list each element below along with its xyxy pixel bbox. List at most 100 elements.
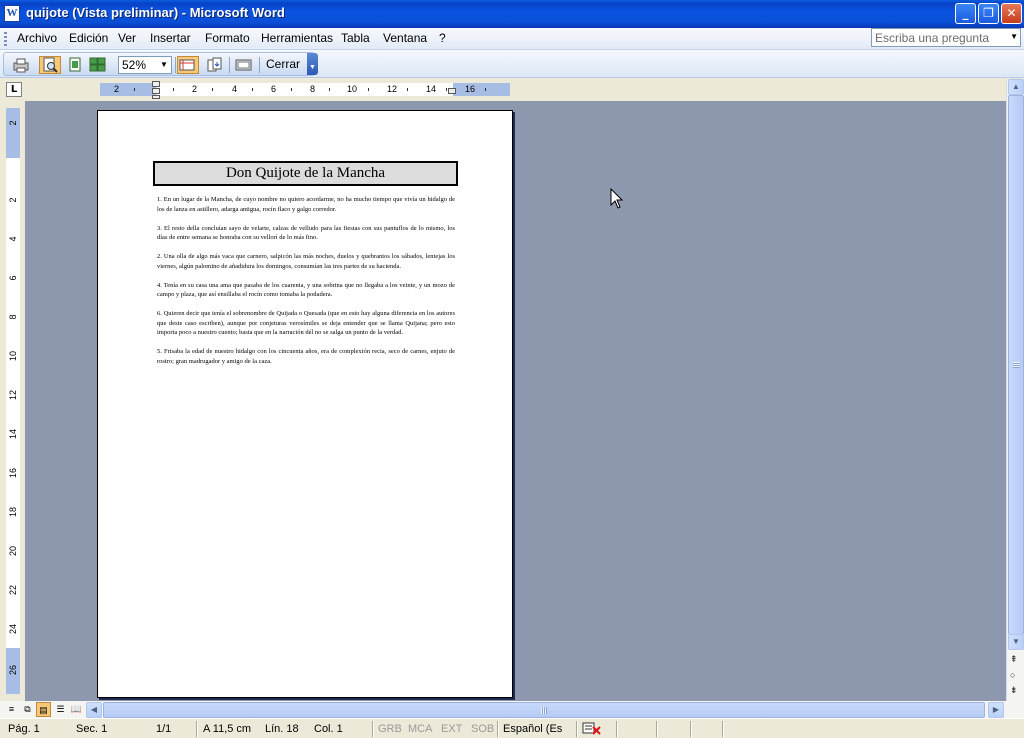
menu-ver[interactable]: Ver — [118, 31, 136, 45]
menu-herramientas[interactable]: Herramientas — [261, 31, 333, 45]
web-view-icon: ⧉ — [24, 704, 31, 714]
status-position: A 11,5 cm — [203, 723, 252, 735]
menu-tabla[interactable]: Tabla — [341, 31, 370, 45]
status-section: Sec. 1 — [76, 723, 108, 735]
ruler-label: 4 — [232, 84, 238, 94]
document-title: Don Quijote de la Mancha — [153, 161, 458, 186]
ruler-tick — [485, 88, 486, 91]
normal-view-button[interactable]: ≡ — [4, 702, 19, 717]
ruler-label: 18 — [8, 507, 18, 518]
menu-edicion[interactable]: Edición — [69, 31, 108, 45]
ruler-label: 24 — [8, 624, 18, 635]
scroll-left-button[interactable]: ◀ — [86, 702, 102, 718]
web-view-button[interactable]: ⧉ — [20, 702, 35, 717]
paragraph: 1. En un lugar de la Mancha, de cuyo nom… — [157, 196, 455, 213]
print-button[interactable] — [10, 56, 32, 74]
word-app-icon[interactable]: W — [4, 5, 20, 22]
magnifier-button[interactable] — [39, 56, 61, 74]
document-body: 1. En un lugar de la Mancha, de cuyo nom… — [157, 195, 455, 376]
right-indent-marker[interactable] — [448, 88, 456, 94]
reading-view-button[interactable]: 📖 — [69, 702, 84, 717]
status-sob[interactable]: SOB — [471, 723, 494, 735]
magnifier-icon — [43, 57, 58, 73]
view-ruler-button[interactable] — [177, 56, 199, 74]
menu-formato[interactable]: Formato — [205, 31, 250, 45]
multiple-pages-button[interactable] — [87, 56, 109, 74]
paragraph: 6. Quieren decir que tenía el sobrenombr… — [157, 310, 455, 336]
paragraph: 3. El resto della concluían sayo de vela… — [157, 224, 455, 242]
vertical-scroll-thumb[interactable] — [1008, 95, 1024, 635]
paragraph: 5. Frisaba la edad de nuestro hidalgo co… — [157, 348, 455, 365]
browse-object-button[interactable]: ○ — [1010, 670, 1015, 680]
ruler-tick — [368, 88, 369, 91]
document-page[interactable]: Don Quijote de la Mancha 1. En un lugar … — [97, 110, 513, 698]
toolbar-options-icon[interactable]: ▼ — [307, 53, 318, 75]
minimize-icon: _ — [962, 6, 969, 20]
print-layout-button[interactable]: ▤ — [36, 702, 51, 717]
status-separator — [372, 721, 373, 737]
next-page-button[interactable]: ⇟ — [1010, 685, 1018, 696]
restore-icon: ❐ — [983, 6, 994, 20]
ruler-label: 14 — [426, 84, 437, 94]
ruler-label: 8 — [310, 84, 316, 94]
shrink-to-fit-icon — [207, 57, 222, 72]
spelling-status-icon[interactable] — [582, 722, 602, 735]
horizontal-scroll-row: ≡ ⧉ ▤ ☰ 📖 ◀ ▶ — [0, 701, 1024, 718]
status-separator — [196, 721, 197, 737]
status-separator — [722, 721, 723, 737]
full-screen-icon — [235, 59, 252, 71]
double-up-icon: ⇞ — [1010, 654, 1018, 664]
restore-button[interactable]: ❐ — [978, 3, 999, 24]
status-grb[interactable]: GRB — [378, 723, 402, 735]
status-ext[interactable]: EXT — [441, 723, 462, 735]
one-page-button[interactable] — [64, 56, 86, 74]
chevron-down-icon[interactable]: ▼ — [1010, 32, 1018, 41]
menu-ventana[interactable]: Ventana — [383, 31, 427, 45]
ruler-label: 2 — [8, 197, 18, 203]
ruler-label: 2 — [8, 120, 18, 126]
status-page-of: 1/1 — [156, 723, 172, 735]
scroll-down-button[interactable]: ▼ — [1008, 634, 1024, 650]
help-question-input[interactable]: Escriba una pregunta ▼ — [871, 28, 1021, 47]
previous-page-button[interactable]: ⇞ — [1010, 654, 1018, 665]
print-icon — [13, 58, 29, 73]
ruler-label: 12 — [387, 84, 398, 94]
tab-selector-icon[interactable]: L — [6, 82, 22, 97]
status-page: Pág. 1 — [8, 723, 40, 735]
menu-archivo[interactable]: Archivo — [17, 31, 57, 45]
close-preview-button[interactable]: Cerrar — [266, 57, 300, 71]
first-line-indent-marker[interactable] — [152, 81, 160, 87]
left-indent-marker[interactable] — [152, 95, 160, 99]
ruler-label: 8 — [8, 314, 18, 320]
grip-icon — [541, 707, 547, 714]
view-ruler-icon — [179, 59, 195, 71]
window-title: quijote (Vista preliminar) - Microsoft W… — [26, 5, 285, 20]
ruler-label: 22 — [8, 585, 18, 596]
status-separator — [497, 721, 498, 737]
paragraph: 2. Una olla de algo más vaca que carnero… — [157, 253, 455, 270]
ruler-label: 2 — [114, 84, 120, 94]
hanging-indent-marker[interactable] — [152, 88, 160, 94]
full-screen-button[interactable] — [233, 56, 255, 74]
scroll-right-button[interactable]: ▶ — [988, 702, 1004, 718]
ruler-tick — [252, 88, 253, 91]
ruler-label: 20 — [8, 546, 18, 557]
status-mca[interactable]: MCA — [408, 723, 432, 735]
outline-view-button[interactable]: ☰ — [53, 702, 68, 717]
zoom-select[interactable]: 52% ▼ — [118, 56, 172, 74]
ruler-label: 6 — [271, 84, 277, 94]
chevron-down-icon[interactable]: ▼ — [158, 58, 170, 72]
scroll-up-button[interactable]: ▲ — [1008, 79, 1024, 95]
ruler-label: 16 — [8, 468, 18, 479]
close-button[interactable]: ✕ — [1001, 3, 1022, 24]
horizontal-scroll-thumb[interactable] — [103, 702, 985, 718]
minimize-button[interactable]: _ — [955, 3, 976, 24]
shrink-to-fit-button[interactable] — [204, 56, 226, 74]
ruler-label: 2 — [192, 84, 198, 94]
menu-insertar[interactable]: Insertar — [150, 31, 191, 45]
menu-help[interactable]: ? — [439, 31, 446, 45]
vertical-scrollbar[interactable]: ▲ ▼ ⇞ ○ ⇟ — [1006, 79, 1024, 701]
vertical-ruler[interactable]: 2 2 4 6 8 10 12 14 16 18 20 22 24 26 — [6, 108, 20, 694]
menu-grip-icon[interactable] — [4, 32, 7, 46]
status-language[interactable]: Español (Es — [503, 723, 562, 735]
